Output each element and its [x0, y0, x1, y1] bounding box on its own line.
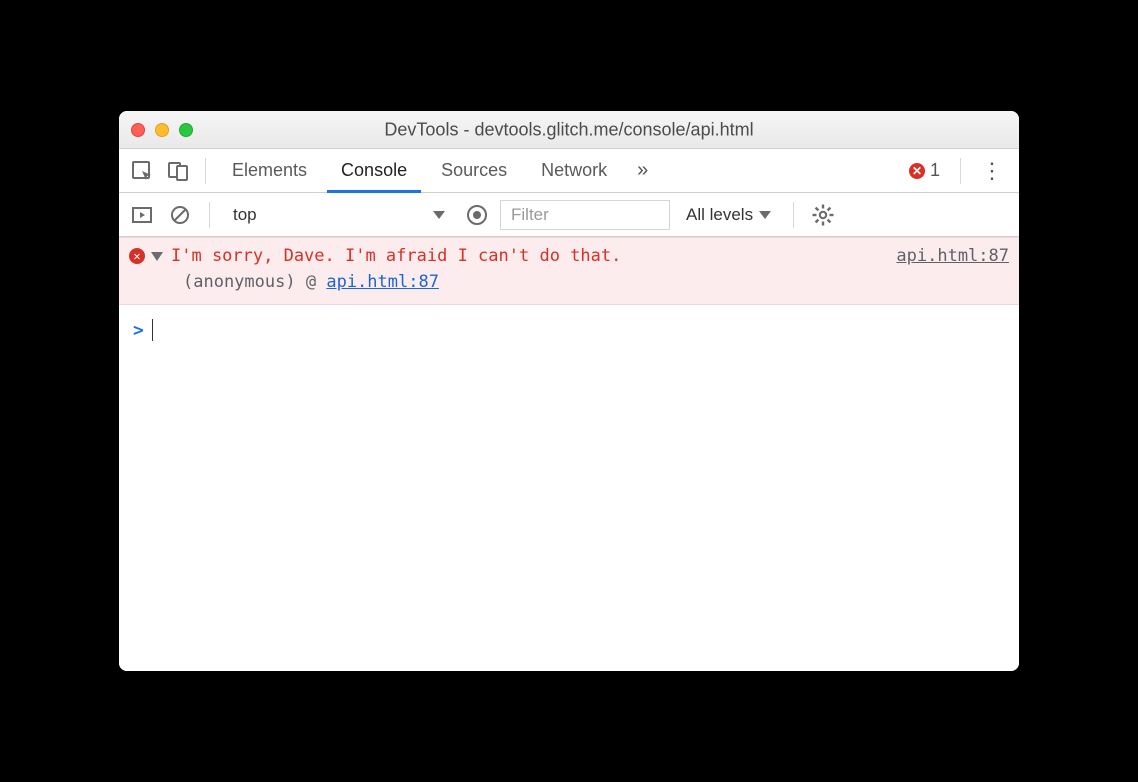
window-title: DevTools - devtools.glitch.me/console/ap… [384, 119, 753, 140]
log-levels-value: All levels [686, 205, 753, 225]
separator [205, 158, 206, 184]
prompt-chevron-icon: > [133, 320, 144, 341]
tab-console[interactable]: Console [327, 149, 421, 193]
console-output: ✕ I'm sorry, Dave. I'm afraid I can't do… [119, 237, 1019, 671]
filter-input[interactable] [500, 200, 670, 230]
context-select-value: top [233, 205, 257, 225]
trace-at: @ [306, 272, 316, 292]
window-controls [131, 123, 193, 137]
chevron-down-icon [433, 211, 445, 219]
separator [793, 202, 794, 228]
text-cursor [152, 319, 154, 341]
main-tabbar: Elements Console Sources Network » ✕ 1 ⋮ [119, 149, 1019, 193]
separator [960, 158, 961, 184]
stack-trace: (anonymous) @ api.html:87 [183, 272, 1009, 292]
device-toggle-icon[interactable] [163, 156, 193, 186]
close-window-button[interactable] [131, 123, 145, 137]
console-error-entry[interactable]: ✕ I'm sorry, Dave. I'm afraid I can't do… [119, 237, 1019, 305]
console-toolbar: top All levels [119, 193, 1019, 237]
chevron-down-icon [759, 211, 771, 219]
console-settings-icon[interactable] [808, 200, 838, 230]
context-select[interactable]: top [224, 200, 454, 230]
error-count-badge[interactable]: ✕ 1 [901, 160, 948, 181]
error-count: 1 [930, 160, 940, 181]
error-source-link[interactable]: api.html:87 [896, 246, 1009, 266]
error-icon: ✕ [909, 163, 925, 179]
tab-network[interactable]: Network [527, 149, 621, 193]
zoom-window-button[interactable] [179, 123, 193, 137]
tab-elements[interactable]: Elements [218, 149, 321, 193]
tab-sources[interactable]: Sources [427, 149, 521, 193]
console-prompt[interactable]: > [119, 305, 1019, 355]
expand-caret-icon[interactable] [151, 252, 163, 261]
clear-console-icon[interactable] [165, 200, 195, 230]
devtools-window: DevTools - devtools.glitch.me/console/ap… [119, 111, 1019, 671]
live-expression-icon[interactable] [462, 200, 492, 230]
trace-function: (anonymous) [183, 272, 296, 292]
inspect-icon[interactable] [127, 156, 157, 186]
separator [209, 202, 210, 228]
trace-source-link[interactable]: api.html:87 [326, 272, 439, 292]
error-message: I'm sorry, Dave. I'm afraid I can't do t… [171, 246, 892, 266]
more-tabs-button[interactable]: » [627, 159, 658, 182]
toggle-sidebar-icon[interactable] [127, 200, 157, 230]
settings-menu-button[interactable]: ⋮ [973, 158, 1011, 184]
error-icon: ✕ [129, 248, 145, 264]
titlebar: DevTools - devtools.glitch.me/console/ap… [119, 111, 1019, 149]
minimize-window-button[interactable] [155, 123, 169, 137]
log-levels-select[interactable]: All levels [678, 205, 779, 225]
